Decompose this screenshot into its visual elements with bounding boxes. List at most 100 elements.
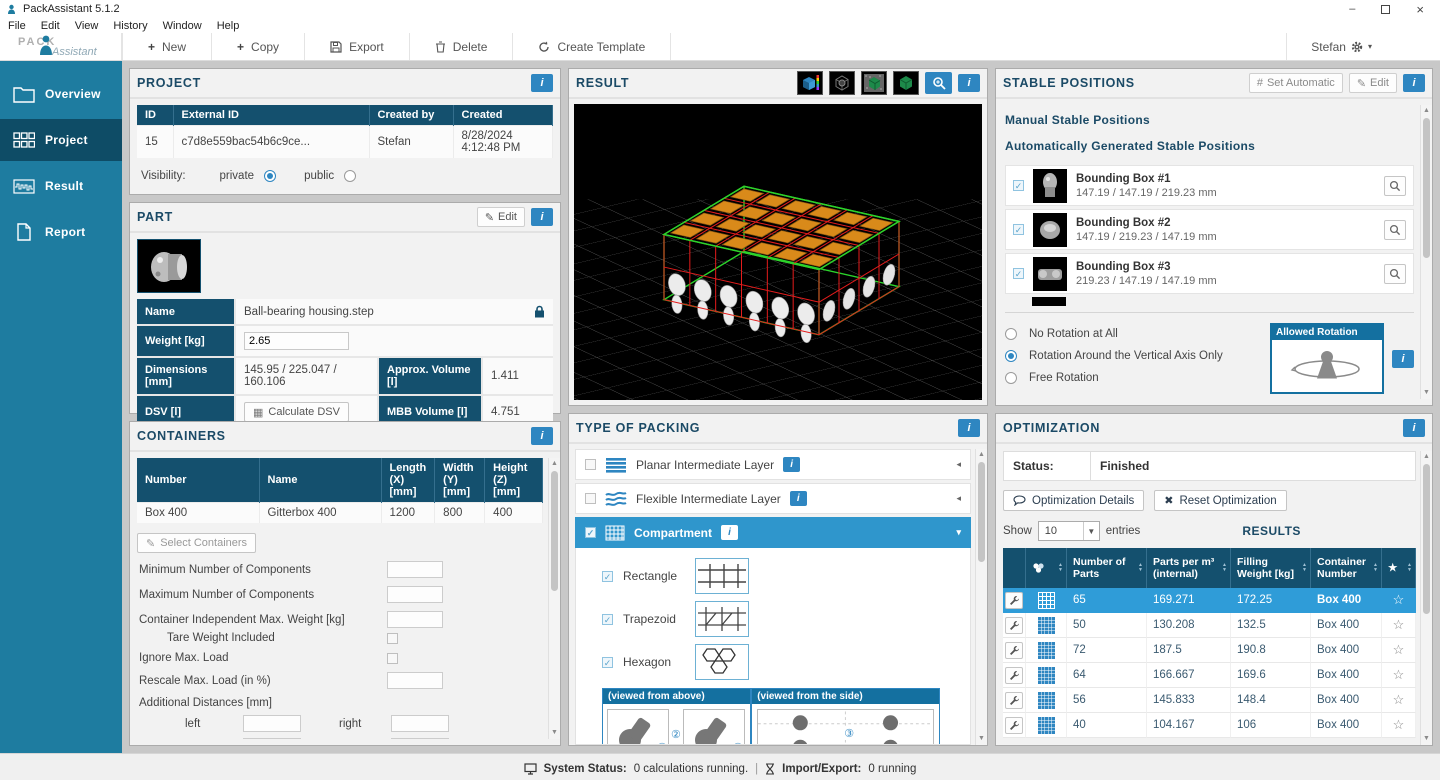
rectangle-shape-icon[interactable]	[695, 558, 749, 594]
ignore-load-checkbox[interactable]	[387, 653, 398, 664]
magnifier-icon[interactable]	[1384, 264, 1406, 284]
packing-scrollbar[interactable]: ▲ ▼	[975, 449, 987, 745]
optimization-details-button[interactable]: Optimization Details	[1003, 490, 1144, 511]
info-icon[interactable]: i	[958, 419, 980, 437]
private-radio[interactable]	[264, 170, 276, 182]
max-components-input[interactable]	[387, 586, 443, 603]
optimization-scrollbar[interactable]: ▲ ▼	[1420, 451, 1432, 745]
result-3d-view[interactable]	[574, 104, 982, 400]
compartment-option[interactable]: ✓ Compartment i ▾	[575, 517, 971, 548]
containers-scrollbar[interactable]: ▲ ▼	[548, 458, 560, 739]
min-components-input[interactable]	[387, 561, 443, 578]
public-radio[interactable]	[344, 170, 356, 182]
show-entries-select[interactable]: 10 ▼	[1038, 521, 1100, 541]
col-favorite[interactable]: ★▲▼	[1382, 548, 1416, 588]
bounding-box-item[interactable]: ✓ Bounding Box #2 147.19 / 219.23 / 147.…	[1005, 209, 1414, 250]
part-edit-button[interactable]: ✎ Edit	[477, 207, 525, 227]
sidebar-item-report[interactable]: Report	[0, 211, 122, 253]
sidebar-item-overview[interactable]: Overview	[0, 73, 122, 115]
wrench-icon[interactable]	[1005, 717, 1023, 734]
weight-input[interactable]	[244, 332, 349, 350]
flexible-checkbox[interactable]	[585, 493, 596, 504]
menu-file[interactable]: File	[8, 20, 26, 32]
info-icon[interactable]: i	[1392, 350, 1414, 368]
col-filling-weight[interactable]: Filling Weight [kg]▲▼	[1231, 548, 1311, 588]
info-icon[interactable]: i	[531, 208, 553, 226]
bbox2-checkbox[interactable]: ✓	[1013, 224, 1024, 235]
planar-layer-option[interactable]: Planar Intermediate Layer i ◂	[575, 449, 971, 480]
color-view-icon[interactable]	[797, 71, 823, 95]
trapezoid-checkbox[interactable]: ✓	[602, 614, 613, 625]
bounding-box-item[interactable]: ✓ Bounding Box #3 219.23 / 147.19 / 147.…	[1005, 253, 1414, 294]
wrench-icon[interactable]	[1005, 692, 1023, 709]
bbox3-checkbox[interactable]: ✓	[1013, 268, 1024, 279]
user-menu[interactable]: Stefan ▾	[1286, 33, 1440, 60]
bbox1-checkbox[interactable]: ✓	[1013, 180, 1024, 191]
vertical-rotation-radio[interactable]	[1005, 350, 1017, 362]
favorite-star-icon[interactable]: ☆	[1393, 667, 1405, 683]
info-icon[interactable]: i	[531, 427, 553, 445]
sidebar-item-result[interactable]: Result	[0, 165, 122, 207]
new-button[interactable]: + New	[122, 33, 212, 60]
front-input[interactable]	[243, 738, 301, 739]
magnifier-icon[interactable]	[1384, 176, 1406, 196]
stable-edit-button[interactable]: ✎ Edit	[1349, 73, 1397, 93]
bounding-box-item[interactable]: ✓ Bounding Box #1 147.19 / 147.19 / 219.…	[1005, 165, 1414, 206]
info-icon[interactable]: i	[1403, 74, 1425, 92]
part-thumbnail[interactable]	[137, 239, 201, 293]
indep-weight-input[interactable]	[387, 611, 443, 628]
favorite-star-icon[interactable]: ☆	[1393, 592, 1405, 608]
hexagon-checkbox[interactable]: ✓	[602, 657, 613, 668]
trapezoid-shape-icon[interactable]	[695, 601, 749, 637]
compartment-checkbox[interactable]: ✓	[585, 527, 596, 538]
select-containers-button[interactable]: ✎ Select Containers	[137, 533, 256, 553]
solid-cube-icon[interactable]	[893, 71, 919, 95]
menu-edit[interactable]: Edit	[41, 20, 60, 32]
sidebar-item-project[interactable]: Project	[0, 119, 122, 161]
col-container-number[interactable]: Container Number▲▼	[1311, 548, 1382, 588]
favorite-star-icon[interactable]: ☆	[1393, 717, 1405, 733]
info-icon[interactable]: i	[958, 74, 980, 92]
calculate-dsv-button[interactable]: ▦ Calculate DSV	[244, 402, 349, 422]
col-number-of-parts[interactable]: Number of Parts▲▼	[1067, 548, 1147, 588]
maximize-button[interactable]	[1381, 5, 1390, 14]
flexible-layer-option[interactable]: Flexible Intermediate Layer i ◂	[575, 483, 971, 514]
minimize-button[interactable]: –	[1349, 3, 1355, 15]
project-row[interactable]: 15 c7d8e559bac54b6c9ce... Stefan 8/28/20…	[137, 126, 553, 159]
menu-history[interactable]: History	[113, 20, 147, 32]
favorite-star-icon[interactable]: ☆	[1393, 617, 1405, 633]
menu-view[interactable]: View	[75, 20, 99, 32]
stable-scrollbar[interactable]: ▲ ▼	[1420, 105, 1432, 399]
left-input[interactable]	[243, 715, 301, 732]
container-row[interactable]: Box 400 Gitterbox 400 1200 800 400	[137, 503, 543, 524]
wrench-icon[interactable]	[1005, 617, 1023, 634]
right-input[interactable]	[391, 715, 449, 732]
copy-button[interactable]: + Copy	[212, 33, 305, 60]
no-rotation-radio[interactable]	[1005, 328, 1017, 340]
info-icon[interactable]: i	[721, 525, 738, 540]
col-container-icon[interactable]: ▲▼	[1026, 548, 1067, 588]
create-template-button[interactable]: Create Template	[513, 33, 671, 60]
menu-window[interactable]: Window	[163, 20, 202, 32]
favorite-star-icon[interactable]: ☆	[1393, 642, 1405, 658]
wireframe-view-icon[interactable]	[829, 71, 855, 95]
favorite-star-icon[interactable]: ☆	[1393, 692, 1405, 708]
wrench-icon[interactable]	[1005, 642, 1023, 659]
info-icon[interactable]: i	[783, 457, 800, 472]
rescale-load-input[interactable]	[387, 672, 443, 689]
wrench-icon[interactable]	[1005, 592, 1023, 609]
delete-button[interactable]: Delete	[410, 33, 514, 60]
wrench-icon[interactable]	[1005, 667, 1023, 684]
info-icon[interactable]: i	[790, 491, 807, 506]
tare-checkbox[interactable]	[387, 633, 398, 644]
zoom-icon[interactable]	[925, 72, 952, 94]
set-automatic-button[interactable]: # Set Automatic	[1249, 73, 1343, 93]
rectangle-checkbox[interactable]: ✓	[602, 571, 613, 582]
planar-checkbox[interactable]	[585, 459, 596, 470]
menu-help[interactable]: Help	[217, 20, 240, 32]
info-icon[interactable]: i	[1403, 419, 1425, 437]
free-rotation-radio[interactable]	[1005, 372, 1017, 384]
export-button[interactable]: Export	[305, 33, 410, 60]
hexagon-shape-icon[interactable]	[695, 644, 749, 680]
col-parts-per-m3[interactable]: Parts per m³ (internal)▲▼	[1147, 548, 1231, 588]
